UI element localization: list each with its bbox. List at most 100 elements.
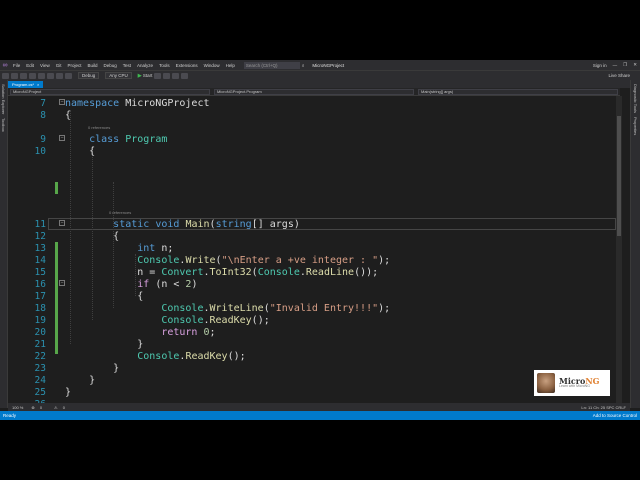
menu-extensions[interactable]: Extensions [173,63,201,68]
configuration-dropdown[interactable]: Debug [78,72,100,79]
line-number: 21 [34,339,46,350]
sign-in-link[interactable]: Sign in [590,63,610,68]
toolbar: Debug Any CPU ▶ Start Live Share [0,70,640,80]
code-line: Console.Write("\nEnter a +ve integer : "… [137,255,391,266]
cursor-position: Ln: 11 Ch: 25 SPC CRLF [581,404,626,410]
search-icon[interactable]: ⌕ [302,63,305,68]
code-line: class Program [89,134,168,145]
code-line: Console.ReadKey(); [137,351,246,362]
status-text: Ready [3,413,17,418]
menu-analyze[interactable]: Analyze [134,63,156,68]
uncomment-icon[interactable] [181,72,189,79]
solution-explorer-tab[interactable]: Solution Explorer [1,84,6,114]
line-number: 13 [34,243,46,254]
status-bar: Ready Add to Source Control [0,411,640,420]
toolbox-tab[interactable]: Toolbox [1,118,6,132]
scrollbar-thumb[interactable] [617,116,621,236]
restore-icon[interactable]: ❐ [620,62,630,68]
code-line: n = Convert.ToInt32(Console.ReadLine()); [65,267,379,278]
close-icon[interactable]: ✕ [630,62,640,68]
undo-icon[interactable] [56,72,63,79]
member-dropdown[interactable]: Main(string[] args) [418,88,618,95]
menu-project[interactable]: Project [64,63,84,68]
vertical-scrollbar[interactable] [616,96,622,406]
change-marker [55,242,58,354]
menu-build[interactable]: Build [85,63,101,68]
code-line: return 0; [161,327,216,338]
code-editor[interactable]: 7891011121314151617181920212223242526 − … [8,96,622,406]
menu-help[interactable]: Help [223,63,238,68]
document-tab-row: Program.cs* × [8,80,630,88]
platform-dropdown[interactable]: Any CPU [105,72,132,79]
visual-studio-window: ∞ File Edit View Git Project Build Debug… [0,60,640,420]
menu-file[interactable]: File [10,63,23,68]
menu-window[interactable]: Window [201,63,223,68]
class-references-codelens[interactable]: 0 references [88,125,110,130]
menu-edit[interactable]: Edit [23,63,37,68]
line-number: 7 [40,98,46,109]
code-line: if (n < 2) [137,279,198,290]
line-number: 20 [34,327,46,338]
code-line: int n; [137,243,174,254]
start-label: Start [142,72,153,78]
microng-logo: MicroNG Learn with MicroNG [534,370,610,396]
back-icon[interactable] [2,72,9,79]
menu-tools[interactable]: Tools [156,63,173,68]
right-tool-strip: Diagnostic Tools Properties [630,80,640,408]
menu-git[interactable]: Git [53,63,65,68]
line-number: 17 [34,291,46,302]
tab-close-icon[interactable]: × [37,82,39,87]
line-number: 8 [40,110,46,121]
line-number: 14 [34,255,46,266]
method-references-codelens[interactable]: 0 references [109,210,131,215]
line-number: 23 [34,363,46,374]
menu-test[interactable]: Test [120,63,134,68]
search-input[interactable]: Search (Ctrl+Q) [243,61,300,69]
tab-label: Program.cs* [12,82,35,87]
play-icon: ▶ [137,72,142,79]
line-number: 11 [34,219,46,230]
line-number: 15 [34,267,46,278]
line-number: 10 [34,146,46,157]
project-title: MicroNGProject [312,62,345,68]
error-count[interactable]: ⊗ 0 [27,405,50,410]
visual-studio-logo-icon[interactable]: ∞ [0,62,10,69]
code-line: } [65,387,72,398]
redo-icon[interactable] [65,72,72,79]
line-number: 24 [34,375,46,386]
code-line: { [65,110,72,121]
warning-count[interactable]: ⚠ 0 [50,405,73,410]
debug-options-icon[interactable] [154,72,162,79]
line-number: 18 [34,303,46,314]
comment-icon[interactable] [172,72,180,79]
code-line: Console.ReadKey(); [161,315,270,326]
project-dropdown[interactable]: MicroNGProject [10,88,210,95]
open-icon[interactable] [29,72,36,79]
code-line: static void Main(string[] args) [113,219,300,230]
minimize-icon[interactable]: — [610,63,621,68]
add-to-source-control-button[interactable]: Add to Source Control [593,413,637,418]
start-button[interactable]: ▶ Start [138,73,153,79]
new-item-icon[interactable] [20,72,27,79]
forward-icon[interactable] [11,72,18,79]
line-number: 12 [34,231,46,242]
live-share-button[interactable]: Live Share [608,73,630,78]
code-line: } [65,375,96,386]
line-number-gutter: 7891011121314151617181920212223242526 [8,96,48,406]
left-tool-strip: Solution Explorer Toolbox [0,80,8,408]
properties-tab[interactable]: Properties [633,117,638,135]
navigation-bar: MicroNGProject MicroNGProject.Program Ma… [8,88,620,96]
zoom-level[interactable]: 100 % [8,405,27,410]
presenter-photo [537,373,555,393]
diagnostic-tools-tab[interactable]: Diagnostic Tools [633,84,638,113]
save-all-icon[interactable] [47,72,54,79]
menu-debug[interactable]: Debug [101,63,120,68]
tab-program-cs[interactable]: Program.cs* × [8,81,44,88]
class-dropdown[interactable]: MicroNGProject.Program [214,88,414,95]
menu-view[interactable]: View [37,63,53,68]
hot-reload-icon[interactable] [163,72,171,79]
code-line: } [65,363,120,374]
save-icon[interactable] [38,72,45,79]
code-line: { [65,146,96,157]
line-number: 16 [34,279,46,290]
